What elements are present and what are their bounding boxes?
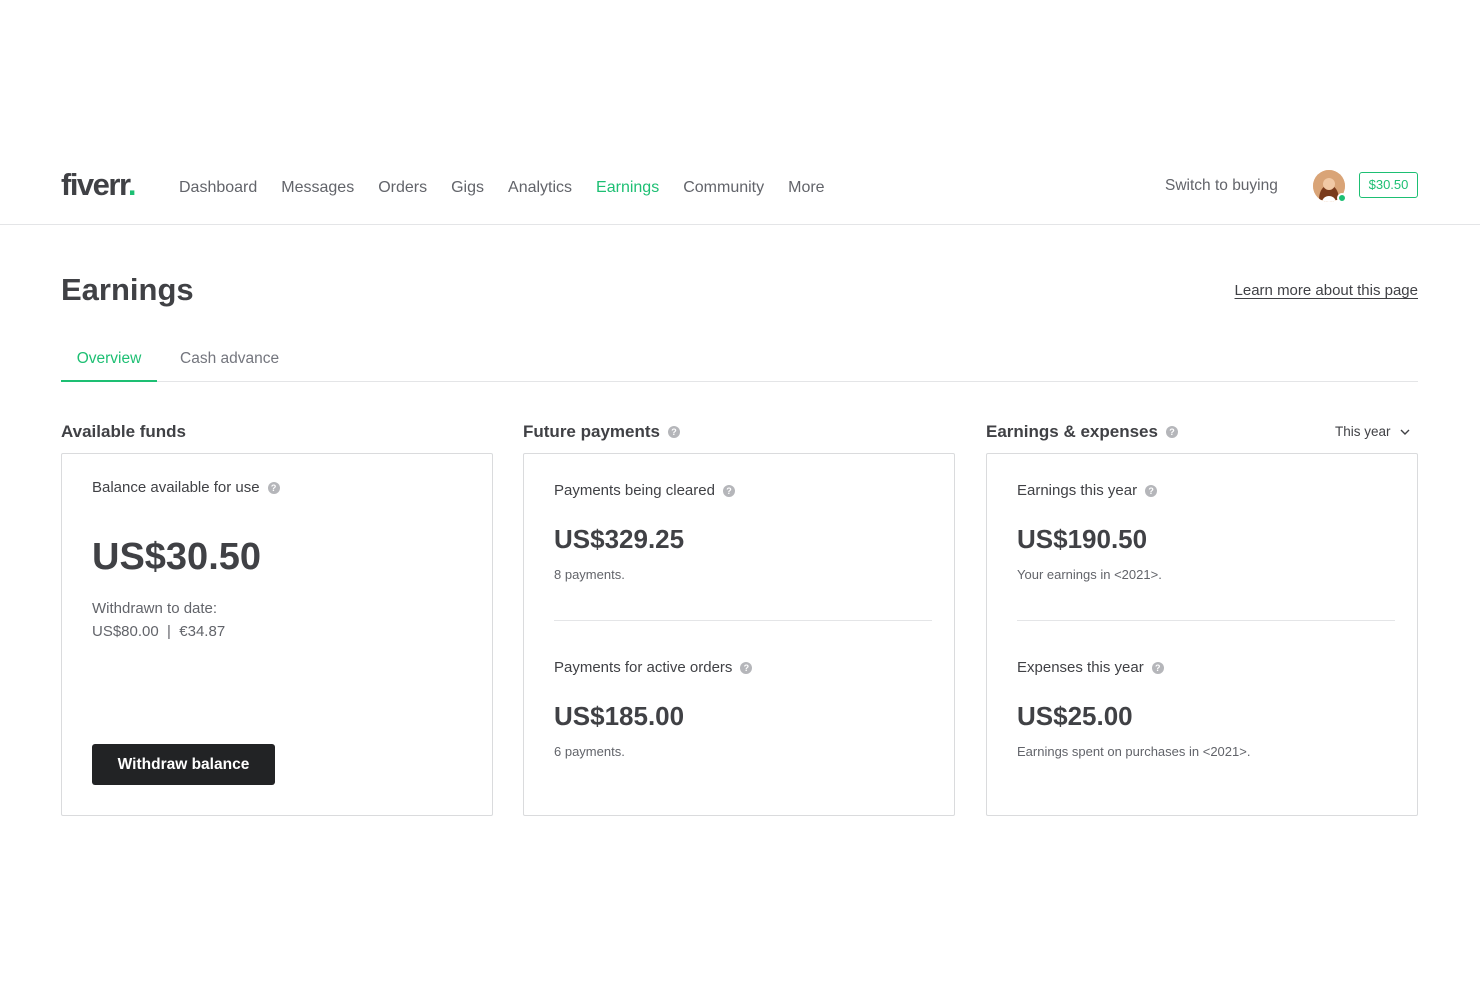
question-icon[interactable]: ? <box>740 662 753 674</box>
nav-more[interactable]: More <box>788 177 824 199</box>
balance-label: Balance available for use ? <box>92 478 280 498</box>
user-avatar[interactable] <box>1313 170 1347 203</box>
expenses-note: Earnings spent on purchases in <2021>. <box>1017 744 1251 759</box>
payments-cleared-value: US$329.25 <box>554 524 685 554</box>
payments-active-label: Payments for active orders ? <box>554 658 753 678</box>
nav-gigs[interactable]: Gigs <box>451 177 484 199</box>
nav-community[interactable]: Community <box>683 177 764 199</box>
nav-messages[interactable]: Messages <box>281 177 354 199</box>
divider <box>554 620 932 621</box>
fiverr-logo[interactable]: fiverr. <box>61 169 136 201</box>
withdrawn-label: Withdrawn to date: <box>92 600 218 617</box>
divider <box>1017 620 1395 621</box>
question-icon[interactable]: ? <box>667 426 680 438</box>
available-funds-card: Balance available for use ? US$30.50 Wit… <box>61 453 493 816</box>
earnings-expenses-card: Earnings this year ? US$190.50 Your earn… <box>986 453 1418 816</box>
future-payments-title: Future payments ? <box>523 421 680 443</box>
nav-orders[interactable]: Orders <box>378 177 427 199</box>
payments-active-value: US$185.00 <box>554 701 685 731</box>
chevron-down-icon <box>1400 429 1410 435</box>
question-icon[interactable]: ? <box>1145 485 1158 497</box>
earnings-note: Your earnings in <2021>. <box>1017 567 1162 582</box>
payments-cleared-note: 8 payments. <box>554 567 625 582</box>
withdrawn-value: US$80.00 | €34.87 <box>92 623 226 640</box>
online-status-dot <box>1337 193 1347 203</box>
balance-pill[interactable]: $30.50 <box>1359 172 1418 198</box>
earnings-tabs: Overview Cash advance <box>61 340 1418 382</box>
earnings-expenses-title: Earnings & expenses ? <box>986 421 1178 443</box>
available-funds-title: Available funds <box>61 422 187 441</box>
withdraw-balance-button[interactable]: Withdraw balance <box>92 744 275 785</box>
expenses-value: US$25.00 <box>1017 701 1133 731</box>
question-icon[interactable]: ? <box>1165 426 1178 438</box>
expenses-label: Expenses this year ? <box>1017 658 1164 678</box>
payments-active-note: 6 payments. <box>554 744 625 759</box>
question-icon[interactable]: ? <box>722 485 735 497</box>
nav-earnings[interactable]: Earnings <box>596 177 659 199</box>
withdrawn-to-date: Withdrawn to date: US$80.00 | €34.87 <box>92 597 225 643</box>
learn-more-link[interactable]: Learn more about this page <box>1235 281 1418 301</box>
top-navbar: fiverr. Dashboard Messages Orders Gigs A… <box>0 150 1480 225</box>
future-payments-card: Payments being cleared ? US$329.25 8 pay… <box>523 453 955 816</box>
earnings-label: Earnings this year ? <box>1017 481 1158 501</box>
tab-cash-advance[interactable]: Cash advance <box>180 348 279 370</box>
switch-to-buying-link[interactable]: Switch to buying <box>1165 175 1278 197</box>
question-icon[interactable]: ? <box>1151 662 1164 674</box>
tab-overview[interactable]: Overview <box>61 348 157 382</box>
nav-dashboard[interactable]: Dashboard <box>179 177 257 199</box>
payments-cleared-label: Payments being cleared ? <box>554 481 735 501</box>
earnings-value: US$190.50 <box>1017 524 1148 554</box>
main-nav: Dashboard Messages Orders Gigs Analytics… <box>179 177 849 199</box>
period-dropdown[interactable]: This year <box>1335 423 1410 441</box>
question-icon[interactable]: ? <box>267 482 280 494</box>
balance-value: US$30.50 <box>92 536 262 578</box>
page-title: Earnings <box>61 272 194 307</box>
nav-analytics[interactable]: Analytics <box>508 177 572 199</box>
